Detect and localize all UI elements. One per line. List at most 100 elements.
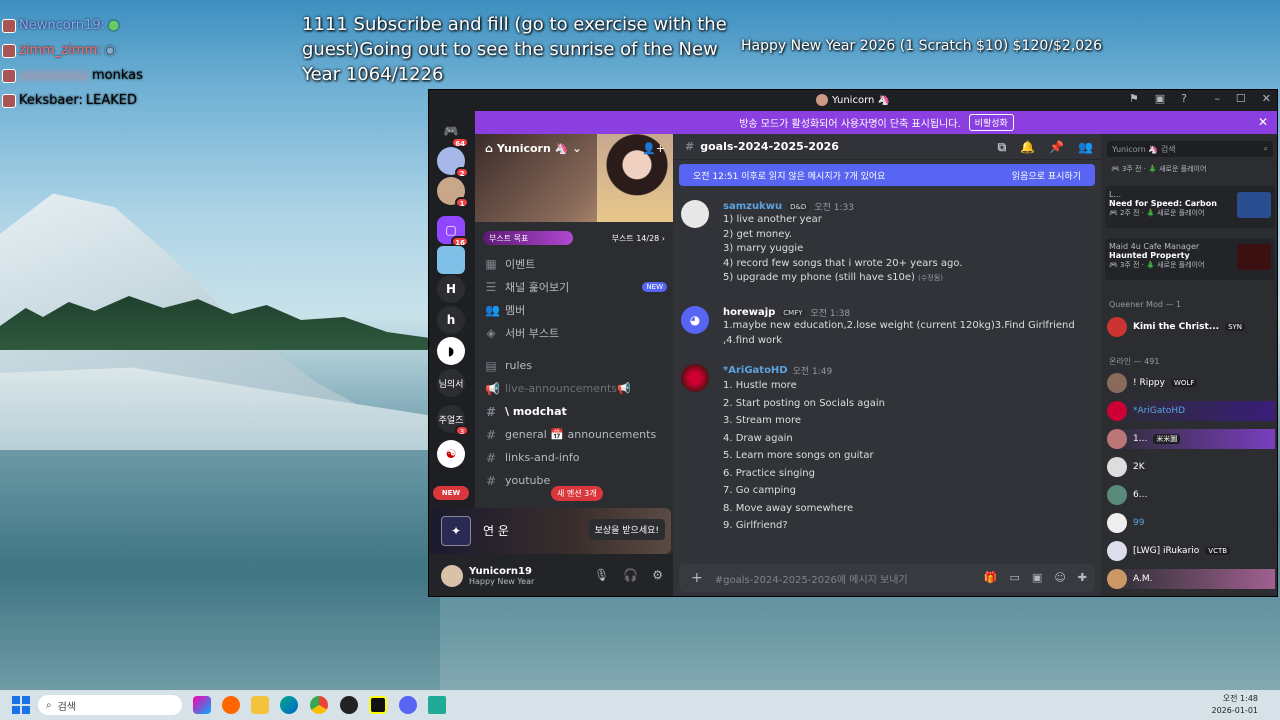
- unread-bar[interactable]: 오전 12:51 이후로 읽지 않은 메시지가 7개 있어요 읽음으로 표시하기: [679, 164, 1095, 186]
- screen-icon[interactable]: ▣: [1155, 92, 1165, 105]
- start-button[interactable]: [12, 696, 30, 714]
- channel-links-and-info[interactable]: # links-and-info: [475, 446, 673, 469]
- member-row[interactable]: 1... 米米圖: [1107, 429, 1275, 449]
- message-author[interactable]: samzukwu: [723, 201, 782, 212]
- member-row[interactable]: [LWG] iRukario VCTB: [1107, 541, 1275, 561]
- nav-server-boost[interactable]: ◈ 서버 부스트: [475, 321, 673, 344]
- reward-promo: ✦ 연 운 보상을 받으세요!: [431, 508, 671, 554]
- server-icon[interactable]: 주얼즈 3: [437, 405, 469, 436]
- server-icon[interactable]: ◗: [437, 337, 465, 365]
- member-row[interactable]: A.M.: [1107, 569, 1275, 589]
- channel-modchat[interactable]: # \ modchat: [475, 400, 673, 423]
- discord-icon[interactable]: 🎮 64: [437, 117, 469, 148]
- copilot-icon[interactable]: [193, 696, 211, 714]
- server-icon[interactable]: H: [437, 275, 465, 303]
- edge-icon[interactable]: [280, 696, 298, 714]
- new-badge: NEW: [642, 281, 667, 292]
- nav-members[interactable]: 👥 멤버: [475, 298, 673, 321]
- nav-label: 멤버: [505, 303, 526, 317]
- message-author[interactable]: horewajp: [723, 307, 775, 318]
- nav-events[interactable]: ▦ 이벤트: [475, 252, 673, 275]
- server-icon[interactable]: h: [437, 306, 465, 334]
- bell-icon[interactable]: 🔔: [1020, 140, 1035, 155]
- member-row[interactable]: 99: [1107, 513, 1275, 533]
- activity-card[interactable]: Maid 4u Cafe Manager Haunted Property 🎮 …: [1105, 238, 1275, 280]
- notepad-icon[interactable]: [428, 696, 446, 714]
- plus-icon[interactable]: +: [691, 570, 703, 586]
- twitch-icon[interactable]: ▢ 16: [437, 216, 469, 247]
- channel-label: live-announcements📢: [505, 382, 631, 395]
- server-tag: D&D: [787, 202, 810, 211]
- search-app-icon[interactable]: [222, 696, 240, 714]
- server-icon[interactable]: [437, 246, 465, 274]
- avatar[interactable]: [681, 200, 709, 228]
- gif-icon[interactable]: ▭: [1010, 571, 1020, 584]
- chevron-down-icon: ⌄: [572, 142, 582, 155]
- search-input[interactable]: Yunicorn 🦄 검색 ⌕: [1107, 141, 1273, 157]
- rules-icon: ▤: [485, 358, 497, 373]
- channel-general[interactable]: # general 📅 announcements: [475, 423, 673, 446]
- avatar[interactable]: [681, 364, 709, 392]
- minimize-button[interactable]: –: [1214, 92, 1220, 105]
- windows-logo-part: [22, 706, 30, 714]
- member-row[interactable]: 2K: [1107, 457, 1275, 477]
- flag-icon[interactable]: ⚑: [1129, 92, 1139, 105]
- pin-icon[interactable]: 📌: [1049, 140, 1064, 155]
- unread-badge: 2: [455, 167, 469, 178]
- help-icon[interactable]: ?: [1181, 92, 1187, 105]
- overlay-chat-user: Newncorn19:: [19, 18, 105, 33]
- invite-icon[interactable]: 👤+: [642, 142, 665, 155]
- threads-icon[interactable]: ⧉: [998, 140, 1007, 155]
- discord-icon[interactable]: ◕: [681, 306, 709, 334]
- close-button[interactable]: ✕: [1262, 92, 1271, 105]
- server-icon[interactable]: 1: [437, 177, 469, 208]
- discord-icon[interactable]: [399, 696, 417, 714]
- message-line: 4) record few songs that i wrote 20+ yea…: [723, 257, 963, 269]
- obs-icon[interactable]: [340, 696, 358, 714]
- close-icon[interactable]: ✕: [1258, 115, 1268, 129]
- message: *AriGatoHD 오전 1:49 1. Hustle more 2. Sta…: [681, 364, 1091, 535]
- server-name[interactable]: ⌂ Yunicorn 🦄 ⌄: [485, 142, 582, 155]
- channel-rules[interactable]: ▤ rules: [475, 354, 673, 377]
- activity-card[interactable]: L... Need for Speed: Carbon 🎮 2주 전 · 🎄 새…: [1105, 186, 1275, 228]
- nav-browse-channels[interactable]: ☰ 채널 훑어보기 NEW: [475, 275, 673, 298]
- server-header[interactable]: ⌂ Yunicorn 🦄 ⌄ 👤+: [475, 134, 673, 222]
- new-servers-badge[interactable]: NEW: [433, 486, 469, 500]
- microphone-icon[interactable]: 🎙: [594, 568, 609, 582]
- member-list-icon[interactable]: 👥: [1078, 140, 1093, 155]
- member-row[interactable]: *AriGatoHD: [1107, 401, 1275, 421]
- member-row[interactable]: Kimi the Christ... SYN: [1107, 317, 1275, 337]
- message-input[interactable]: + #goals-2024-2025-2026에 메시지 보내기 🎁 ▭ ▣ ☺…: [679, 564, 1095, 592]
- maximize-button[interactable]: ☐: [1236, 92, 1246, 105]
- disable-streamer-mode-button[interactable]: 비활성화: [968, 114, 1014, 131]
- message-line: 1.maybe new education,2.lose weight (cur…: [723, 320, 1075, 346]
- channel-title: goals-2024-2025-2026: [700, 140, 839, 153]
- claim-reward-button[interactable]: 보상을 받으세요!: [588, 519, 665, 540]
- user-info[interactable]: Yunicorn19 Happy New Year: [469, 566, 534, 586]
- file-explorer-icon[interactable]: [251, 696, 269, 714]
- mark-as-read-button[interactable]: 읽음으로 표시하기: [1012, 169, 1081, 182]
- system-clock[interactable]: 오전 1:48 2026-01-01: [1212, 693, 1259, 717]
- member-row[interactable]: ! Rippy WOLF: [1107, 373, 1275, 393]
- new-mentions-pill[interactable]: 새 멘션 3개: [551, 486, 603, 501]
- server-icon[interactable]: 님의서: [437, 369, 465, 397]
- header-tools: ⧉ 🔔 📌 👥: [998, 140, 1093, 155]
- sticker-icon[interactable]: ▣: [1032, 571, 1042, 584]
- boost-goal[interactable]: 부스트 목표 부스트 14/28 ›: [483, 230, 665, 246]
- korea-flag-icon[interactable]: ☯: [437, 440, 465, 468]
- gear-icon[interactable]: ⚙: [652, 568, 663, 582]
- channel-live-announcements[interactable]: 📢 live-announcements📢: [475, 377, 673, 400]
- member-name: 2K: [1133, 462, 1145, 472]
- app-icon[interactable]: [369, 696, 387, 714]
- server-icon[interactable]: 2: [437, 147, 469, 178]
- headphones-icon[interactable]: 🎧: [623, 568, 638, 582]
- message-author[interactable]: *AriGatoHD: [723, 365, 788, 376]
- member-row[interactable]: 6...: [1107, 485, 1275, 505]
- avatar[interactable]: [441, 565, 463, 587]
- taskbar-search[interactable]: ⌕ 검색: [38, 695, 182, 715]
- channel-label: rules: [505, 359, 533, 372]
- gift-icon[interactable]: 🎁: [984, 571, 998, 584]
- emoji-icon[interactable]: ☺: [1054, 571, 1065, 584]
- chrome-icon[interactable]: [310, 696, 328, 714]
- apps-icon[interactable]: ✚: [1078, 571, 1087, 584]
